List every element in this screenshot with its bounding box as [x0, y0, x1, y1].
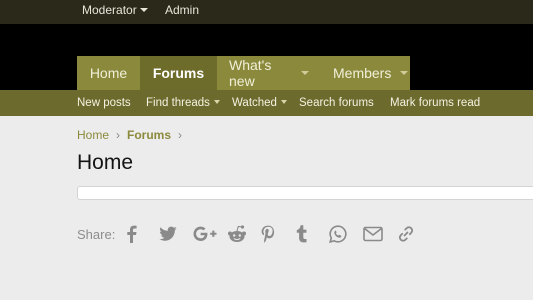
chevron-down-icon[interactable]	[213, 100, 220, 104]
tab-home-label: Home	[89, 65, 128, 81]
subnav-find-threads-label: Find threads	[146, 97, 210, 109]
subnav-watched-label: Watched	[232, 97, 277, 109]
chevron-down-icon[interactable]	[400, 71, 409, 75]
breadcrumb: Home › Forums ›	[77, 128, 189, 142]
admin-link[interactable]: Admin	[165, 3, 199, 17]
main-nav: Home Forums What's new Members	[77, 56, 410, 90]
subnav-search-forums[interactable]: Search forums	[299, 96, 374, 110]
tab-whats-new[interactable]: What's new	[217, 56, 321, 90]
moderator-label: Moderator	[82, 3, 137, 17]
whatsapp-icon[interactable]	[329, 224, 363, 244]
tab-members[interactable]: Members	[321, 56, 410, 90]
chevron-down-icon[interactable]	[280, 100, 287, 104]
chevron-down-icon[interactable]	[301, 71, 309, 75]
page-title: Home	[77, 151, 134, 174]
email-icon[interactable]	[363, 224, 397, 244]
sub-nav: New posts Find threads Watched Search fo…	[0, 90, 533, 116]
subnav-find-threads[interactable]: Find threads	[146, 96, 220, 110]
pinterest-icon[interactable]	[261, 224, 295, 244]
reddit-icon[interactable]	[227, 224, 261, 244]
share-label: Share:	[77, 226, 116, 242]
share-bar: Share:	[77, 224, 431, 244]
moderator-menu[interactable]: Moderator	[82, 3, 148, 17]
subnav-new-posts[interactable]: New posts	[77, 96, 131, 110]
tab-whats-new-label: What's new	[229, 57, 272, 89]
link-icon[interactable]	[397, 224, 431, 244]
tab-home[interactable]: Home	[77, 56, 140, 90]
content-block	[77, 186, 533, 200]
breadcrumb-separator: ›	[116, 128, 121, 142]
breadcrumb-forums[interactable]: Forums	[127, 128, 171, 142]
subnav-mark-forums-read[interactable]: Mark forums read	[390, 96, 480, 110]
chevron-down-icon	[139, 8, 148, 12]
tumblr-icon[interactable]	[295, 224, 329, 244]
tab-forums[interactable]: Forums	[140, 56, 217, 90]
page-body	[0, 116, 533, 300]
staff-bar: Moderator Admin	[0, 0, 533, 24]
google-plus-icon[interactable]	[193, 224, 227, 244]
tab-members-label: Members	[333, 65, 392, 81]
twitter-icon[interactable]	[159, 224, 193, 244]
subnav-watched[interactable]: Watched	[232, 96, 287, 110]
breadcrumb-home[interactable]: Home	[77, 128, 109, 142]
breadcrumb-separator: ›	[178, 128, 183, 142]
facebook-icon[interactable]	[125, 224, 159, 244]
tab-forums-label: Forums	[152, 65, 205, 81]
